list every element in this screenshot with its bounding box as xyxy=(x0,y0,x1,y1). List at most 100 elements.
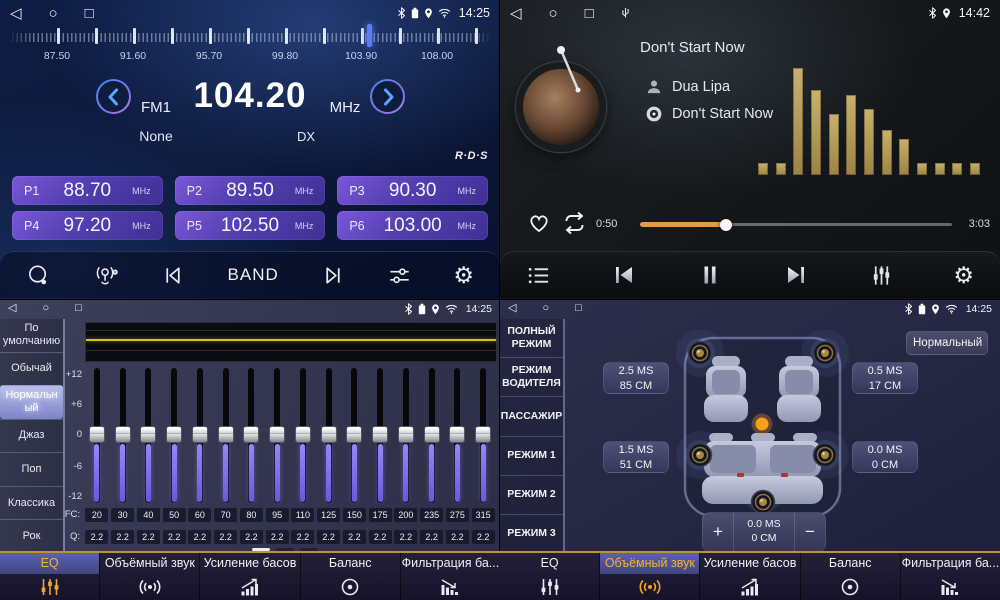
decrease-button[interactable]: − xyxy=(795,513,825,551)
slider-handle[interactable] xyxy=(243,426,259,443)
tune-settings-button[interactable] xyxy=(387,263,412,288)
eq-band-slider[interactable] xyxy=(290,368,316,503)
soundfield-mode-item[interactable]: ПОЛНЫЙ РЕЖИМ xyxy=(500,319,563,357)
preset-button[interactable]: P188.70MHz xyxy=(12,176,163,205)
slider-handle[interactable] xyxy=(192,426,208,443)
eq-band-slider[interactable] xyxy=(342,368,368,503)
home-icon[interactable]: ○ xyxy=(542,303,549,314)
soundfield-mode-item[interactable]: РЕЖИМ 1 xyxy=(500,436,563,475)
progress-thumb[interactable] xyxy=(720,219,732,231)
soundfield-mode-item[interactable]: РЕЖИМ 3 xyxy=(500,514,563,553)
eq-band-slider[interactable] xyxy=(136,368,162,503)
speaker-front-left-icon[interactable] xyxy=(689,342,712,365)
slider-handle[interactable] xyxy=(372,426,388,443)
favorite-button[interactable] xyxy=(526,210,552,234)
back-icon[interactable]: ◁ xyxy=(510,6,522,21)
slider-handle[interactable] xyxy=(346,426,362,443)
preset-button[interactable]: P6103.00MHz xyxy=(337,211,488,240)
tab-eq[interactable]: EQ xyxy=(500,553,599,600)
eq-band-slider[interactable] xyxy=(187,368,213,503)
band-button[interactable]: BAND xyxy=(228,265,279,285)
back-icon[interactable]: ◁ xyxy=(8,303,16,314)
tab-surround[interactable]: Объёмный звук xyxy=(599,553,699,600)
eq-preset-item[interactable]: По умолчанию xyxy=(0,319,63,352)
speaker-rear-right-icon[interactable] xyxy=(814,444,837,467)
tab-bass-boost[interactable]: Усиление басов xyxy=(199,553,299,600)
back-icon[interactable]: ◁ xyxy=(10,6,22,21)
eq-band-slider[interactable] xyxy=(161,368,187,503)
repeat-button[interactable] xyxy=(560,211,589,235)
eq-preset-item[interactable]: Джаз xyxy=(0,419,63,453)
eq-preset-item[interactable]: Поп xyxy=(0,452,63,486)
slider-handle[interactable] xyxy=(475,426,491,443)
previous-station-button[interactable] xyxy=(161,263,186,288)
tab-balance[interactable]: Баланс xyxy=(300,553,400,600)
pause-button[interactable] xyxy=(697,262,723,288)
playlist-button[interactable] xyxy=(526,263,551,288)
eq-band-slider[interactable] xyxy=(110,368,136,503)
home-icon[interactable]: ○ xyxy=(42,303,49,314)
slider-handle[interactable] xyxy=(89,426,105,443)
previous-track-button[interactable] xyxy=(611,262,637,288)
soundfield-mode-item[interactable]: РЕЖИМ 2 xyxy=(500,475,563,514)
speaker-front-right-icon[interactable] xyxy=(814,342,837,365)
eq-band-slider[interactable] xyxy=(84,368,110,503)
recents-icon[interactable]: □ xyxy=(75,303,82,314)
preset-button[interactable]: P5102.50MHz xyxy=(175,211,326,240)
slider-handle[interactable] xyxy=(218,426,234,443)
eq-preset-item[interactable]: Обычай xyxy=(0,352,63,386)
slider-handle[interactable] xyxy=(140,426,156,443)
recents-icon[interactable]: □ xyxy=(85,6,94,21)
subwoofer-icon[interactable] xyxy=(752,491,775,514)
next-track-button[interactable] xyxy=(783,262,809,288)
next-station-button[interactable] xyxy=(320,263,345,288)
settings-gear-icon[interactable]: ⚙ xyxy=(453,264,474,287)
scan-button[interactable] xyxy=(26,263,51,288)
recents-icon[interactable]: □ xyxy=(585,6,594,21)
home-icon[interactable]: ○ xyxy=(49,6,58,21)
eq-band-slider[interactable] xyxy=(367,368,393,503)
delay-front-right-button[interactable]: 0.5 MS 17 CM xyxy=(852,362,918,394)
eq-band-slider[interactable] xyxy=(213,368,239,503)
broadcast-button[interactable] xyxy=(93,263,120,288)
soundfield-mode-item[interactable]: ПАССАЖИР xyxy=(500,396,563,435)
eq-preset-item[interactable]: Нормальный xyxy=(0,385,63,419)
delay-rear-right-button[interactable]: 0.0 MS 0 CM xyxy=(852,441,918,473)
recents-icon[interactable]: □ xyxy=(575,303,582,314)
tab-filter[interactable]: Фильтрация ба... xyxy=(400,553,500,600)
tab-bass-boost[interactable]: Усиление басов xyxy=(699,553,799,600)
eq-button[interactable] xyxy=(869,263,894,288)
preset-button[interactable]: P497.20MHz xyxy=(12,211,163,240)
home-icon[interactable]: ○ xyxy=(549,6,558,21)
slider-handle[interactable] xyxy=(424,426,440,443)
eq-band-slider[interactable] xyxy=(393,368,419,503)
soundfield-mode-item[interactable]: РЕЖИМ ВОДИТЕЛЯ xyxy=(500,357,563,396)
eq-band-slider[interactable] xyxy=(264,368,290,503)
slider-handle[interactable] xyxy=(166,426,182,443)
slider-handle[interactable] xyxy=(115,426,131,443)
eq-band-slider[interactable] xyxy=(470,368,496,503)
increase-button[interactable]: + xyxy=(703,513,733,551)
slider-handle[interactable] xyxy=(295,426,311,443)
speaker-rear-left-icon[interactable] xyxy=(689,444,712,467)
tab-surround[interactable]: Объёмный звук xyxy=(99,553,199,600)
preset-button[interactable]: P390.30MHz xyxy=(337,176,488,205)
preset-button[interactable]: P289.50MHz xyxy=(175,176,326,205)
slider-handle[interactable] xyxy=(449,426,465,443)
eq-preset-item[interactable]: Классика xyxy=(0,486,63,520)
settings-gear-icon[interactable]: ⚙ xyxy=(953,264,974,287)
tune-up-button[interactable] xyxy=(370,79,405,114)
slider-handle[interactable] xyxy=(269,426,285,443)
back-icon[interactable]: ◁ xyxy=(508,303,516,314)
tab-balance[interactable]: Баланс xyxy=(800,553,900,600)
tab-filter[interactable]: Фильтрация ба... xyxy=(900,553,1000,600)
tune-down-button[interactable] xyxy=(96,79,131,114)
delay-rear-left-button[interactable]: 1.5 MS 51 CM xyxy=(603,441,669,473)
slider-handle[interactable] xyxy=(321,426,337,443)
delay-front-left-button[interactable]: 2.5 MS 85 CM xyxy=(603,362,669,394)
eq-band-slider[interactable] xyxy=(445,368,471,503)
eq-band-slider[interactable] xyxy=(316,368,342,503)
progress-bar[interactable] xyxy=(640,222,952,227)
listener-position-dot[interactable] xyxy=(756,418,769,431)
eq-band-slider[interactable] xyxy=(419,368,445,503)
